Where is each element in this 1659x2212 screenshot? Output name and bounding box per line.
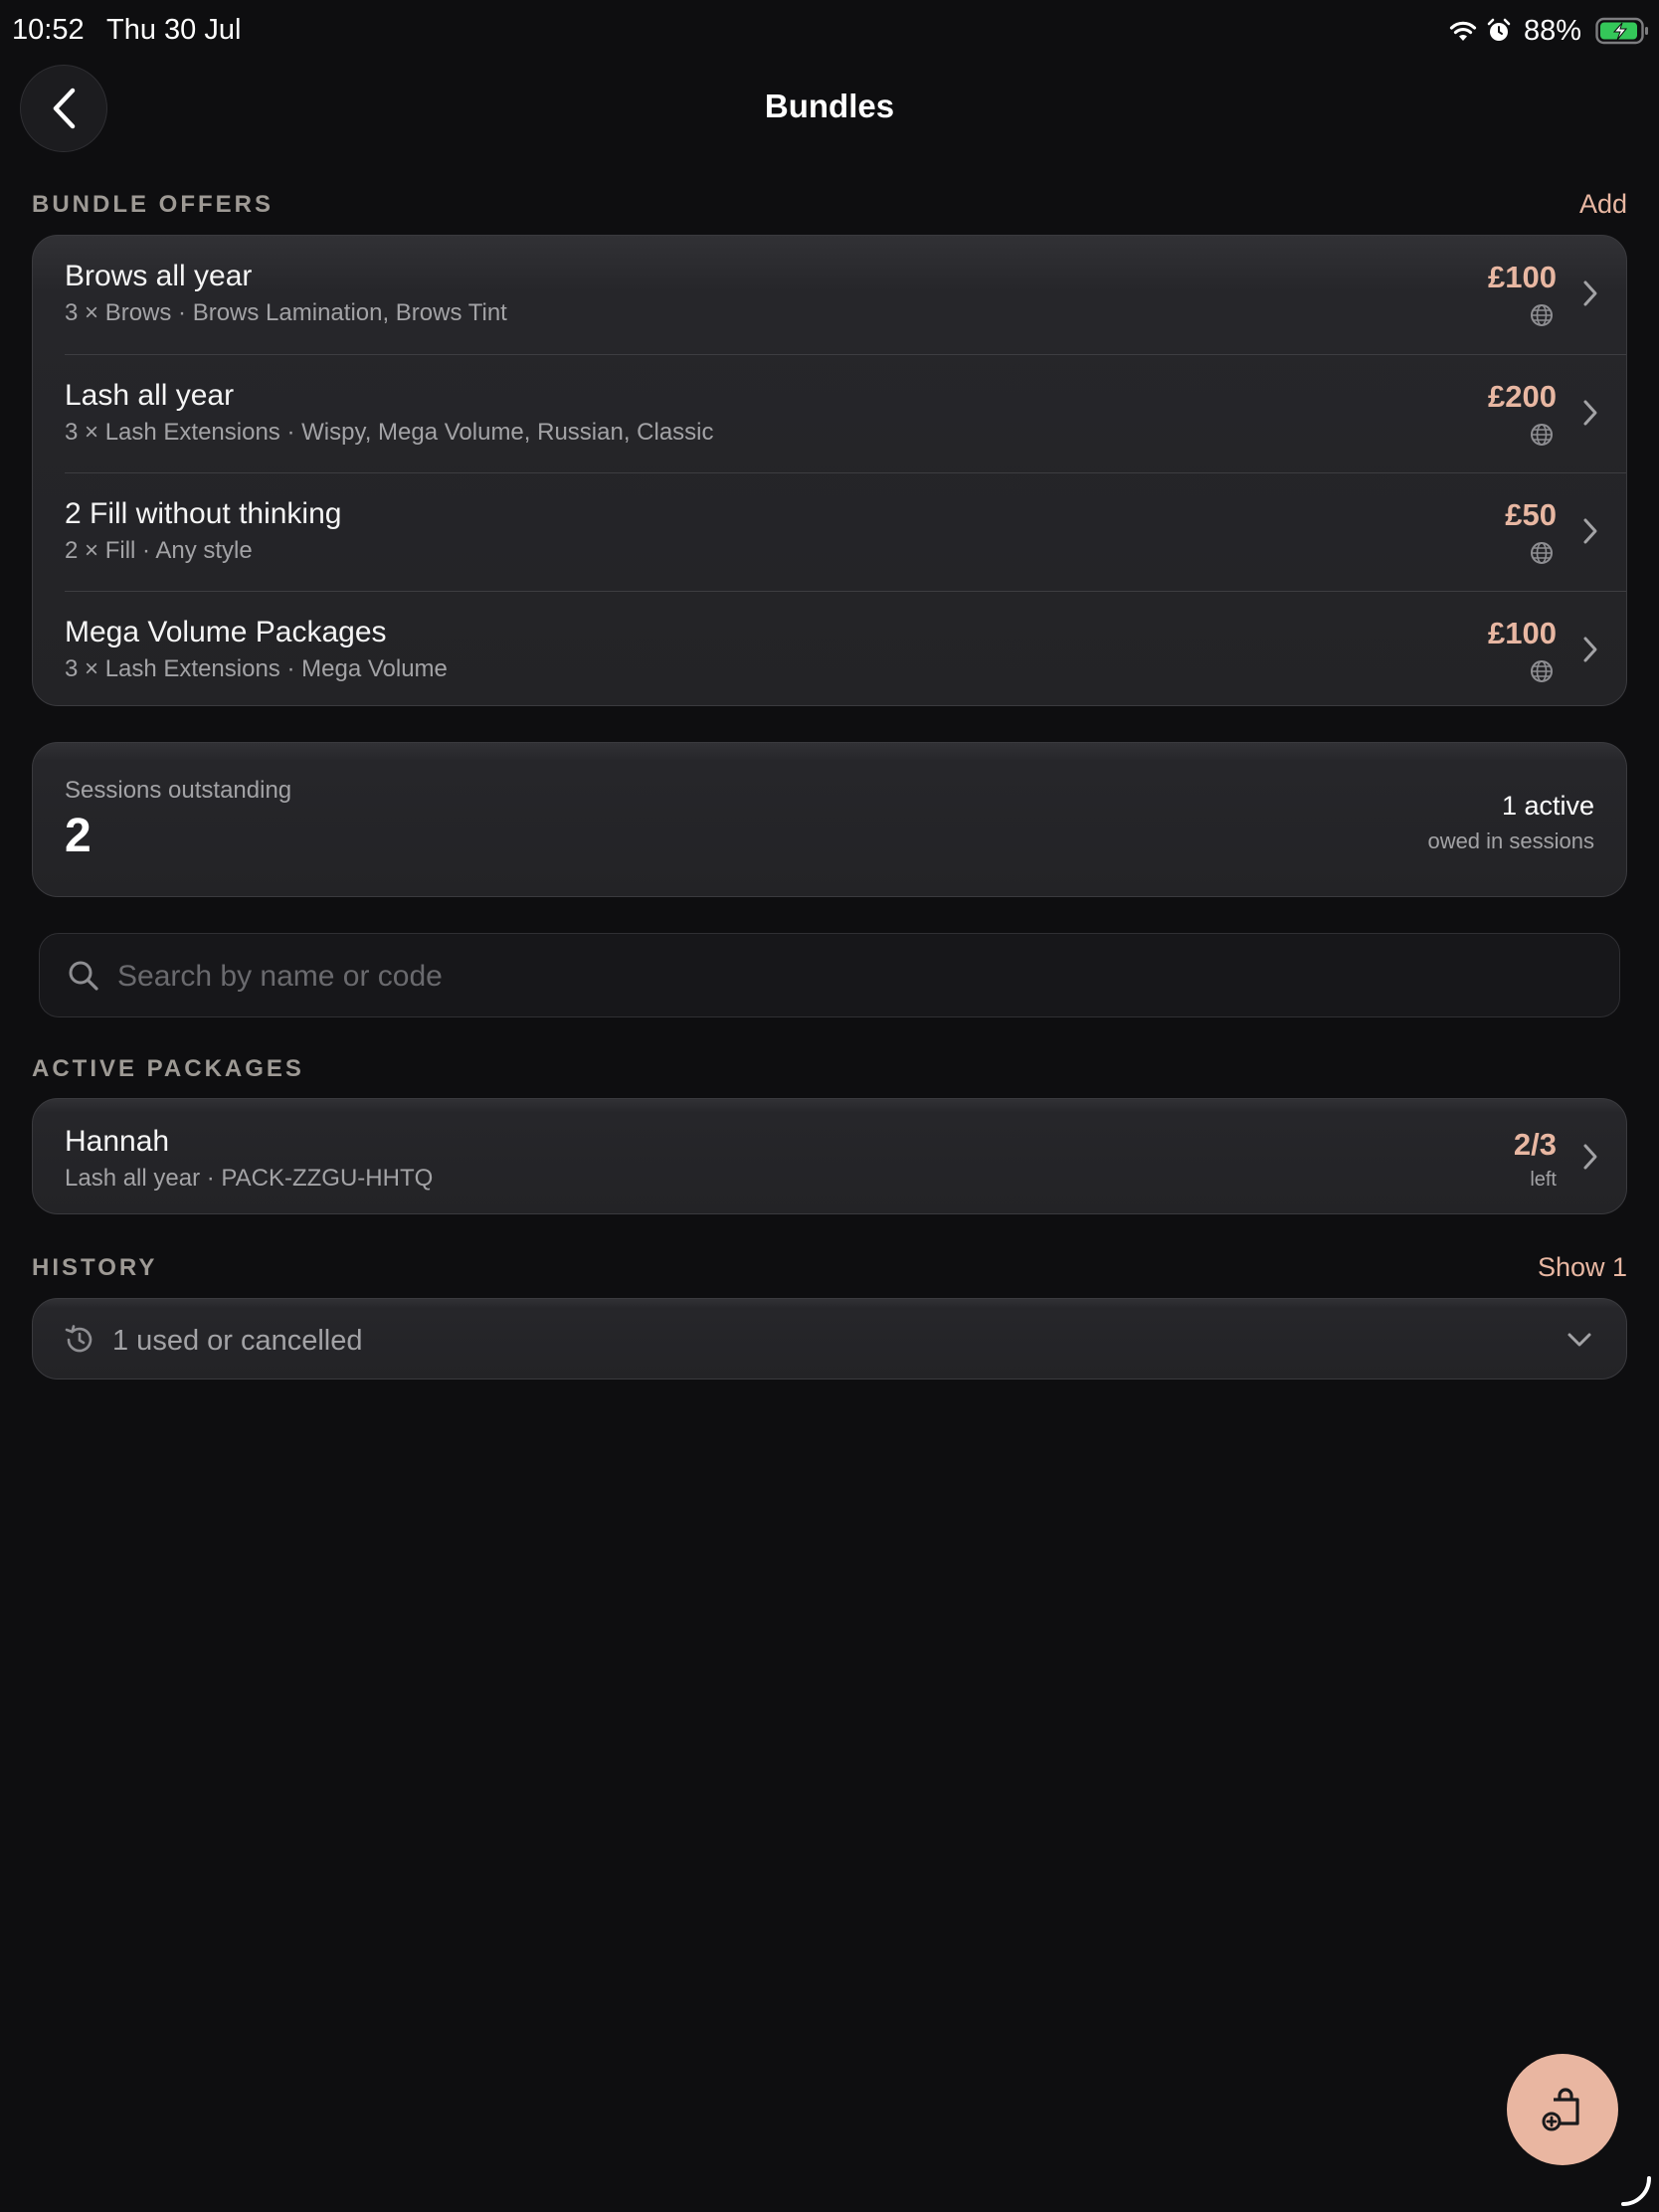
package-details: Lash all year · PACK-ZZGU-HHTQ — [65, 1165, 434, 1192]
bundle-offers-list: Brows all year 3 × Brows · Brows Laminat… — [32, 235, 1627, 706]
globe-icon — [1531, 424, 1553, 446]
chevron-down-icon — [1567, 1333, 1591, 1347]
chevron-right-icon — [1583, 518, 1597, 544]
bundle-offers-heading: BUNDLE OFFERS — [32, 191, 274, 218]
chevron-right-icon — [1583, 637, 1597, 662]
bundle-subtitle: 2 × Fill · Any style — [65, 537, 253, 564]
status-time: 10:52 — [12, 14, 85, 46]
bundle-title: 2 Fill without thinking — [65, 497, 342, 530]
status-date: Thu 30 Jul — [106, 14, 242, 46]
package-remaining-count: 2/3 — [1513, 1127, 1557, 1162]
battery-percent: 88% — [1523, 14, 1581, 47]
bundle-offer-row[interactable]: Brows all year 3 × Brows · Brows Laminat… — [33, 236, 1626, 354]
show-history-button[interactable]: Show 1 — [1538, 1252, 1627, 1283]
status-indicators: 88% — [1448, 14, 1649, 48]
globe-icon — [1531, 304, 1553, 326]
bundle-title: Lash all year — [65, 379, 235, 412]
add-bundle-button[interactable]: Add — [1579, 189, 1627, 220]
sessions-label: Sessions outstanding — [65, 777, 292, 804]
active-packages-heading: ACTIVE PACKAGES — [32, 1055, 304, 1082]
history-toggle-row[interactable]: 1 used or cancelled — [32, 1298, 1627, 1380]
package-client-name: Hannah — [65, 1125, 170, 1158]
bundle-offer-row[interactable]: 2 Fill without thinking 2 × Fill · Any s… — [65, 472, 1626, 591]
bundle-price: £200 — [1488, 379, 1557, 414]
bundle-offer-row[interactable]: Mega Volume Packages 3 × Lash Extensions… — [65, 591, 1626, 705]
resize-corner-icon — [1621, 2176, 1651, 2206]
bundle-title: Mega Volume Packages — [65, 616, 387, 648]
wifi-icon — [1449, 21, 1477, 41]
active-package-row[interactable]: Hannah Lash all year · PACK-ZZGU-HHTQ 2/… — [32, 1098, 1627, 1214]
sessions-count: 2 — [65, 810, 92, 862]
active-count: 1 active — [1501, 791, 1594, 821]
bag-add-icon — [1542, 2088, 1579, 2131]
search-field[interactable] — [39, 933, 1620, 1018]
globe-icon — [1531, 660, 1553, 682]
status-bar: 10:52 Thu 30 Jul 88% — [0, 0, 1659, 62]
package-remaining-label: left — [1530, 1169, 1557, 1191]
battery-charging-icon — [1595, 17, 1648, 45]
bundle-subtitle: 3 × Lash Extensions · Wispy, Mega Volume… — [65, 419, 714, 446]
bundle-price: £50 — [1505, 497, 1557, 532]
chevron-right-icon — [1583, 1144, 1597, 1170]
bundles-screen: 10:52 Thu 30 Jul 88% Bundles BUNDLE OFFE… — [0, 0, 1659, 2212]
bundle-price: £100 — [1488, 616, 1557, 650]
bundle-subtitle: 3 × Brows · Brows Lamination, Brows Tint — [65, 299, 507, 326]
chevron-right-icon — [1583, 400, 1597, 426]
bundle-subtitle: 3 × Lash Extensions · Mega Volume — [65, 655, 448, 682]
sessions-outstanding-card: Sessions outstanding 2 1 active owed in … — [32, 742, 1627, 897]
search-icon — [69, 961, 98, 991]
bundle-title: Brows all year — [65, 260, 253, 292]
alarm-icon — [1487, 18, 1511, 41]
history-heading: HISTORY — [32, 1254, 158, 1281]
chevron-right-icon — [1583, 280, 1597, 306]
page-title: Bundles — [764, 88, 895, 124]
bundle-offer-row[interactable]: Lash all year 3 × Lash Extensions · Wisp… — [65, 354, 1626, 472]
bundle-price: £100 — [1488, 260, 1557, 294]
active-caption: owed in sessions — [1427, 829, 1594, 853]
add-package-fab[interactable] — [1507, 2054, 1618, 2165]
history-icon — [65, 1325, 92, 1353]
globe-icon — [1531, 542, 1553, 564]
history-summary: 1 used or cancelled — [112, 1325, 363, 1357]
search-input[interactable] — [117, 934, 1589, 1018]
